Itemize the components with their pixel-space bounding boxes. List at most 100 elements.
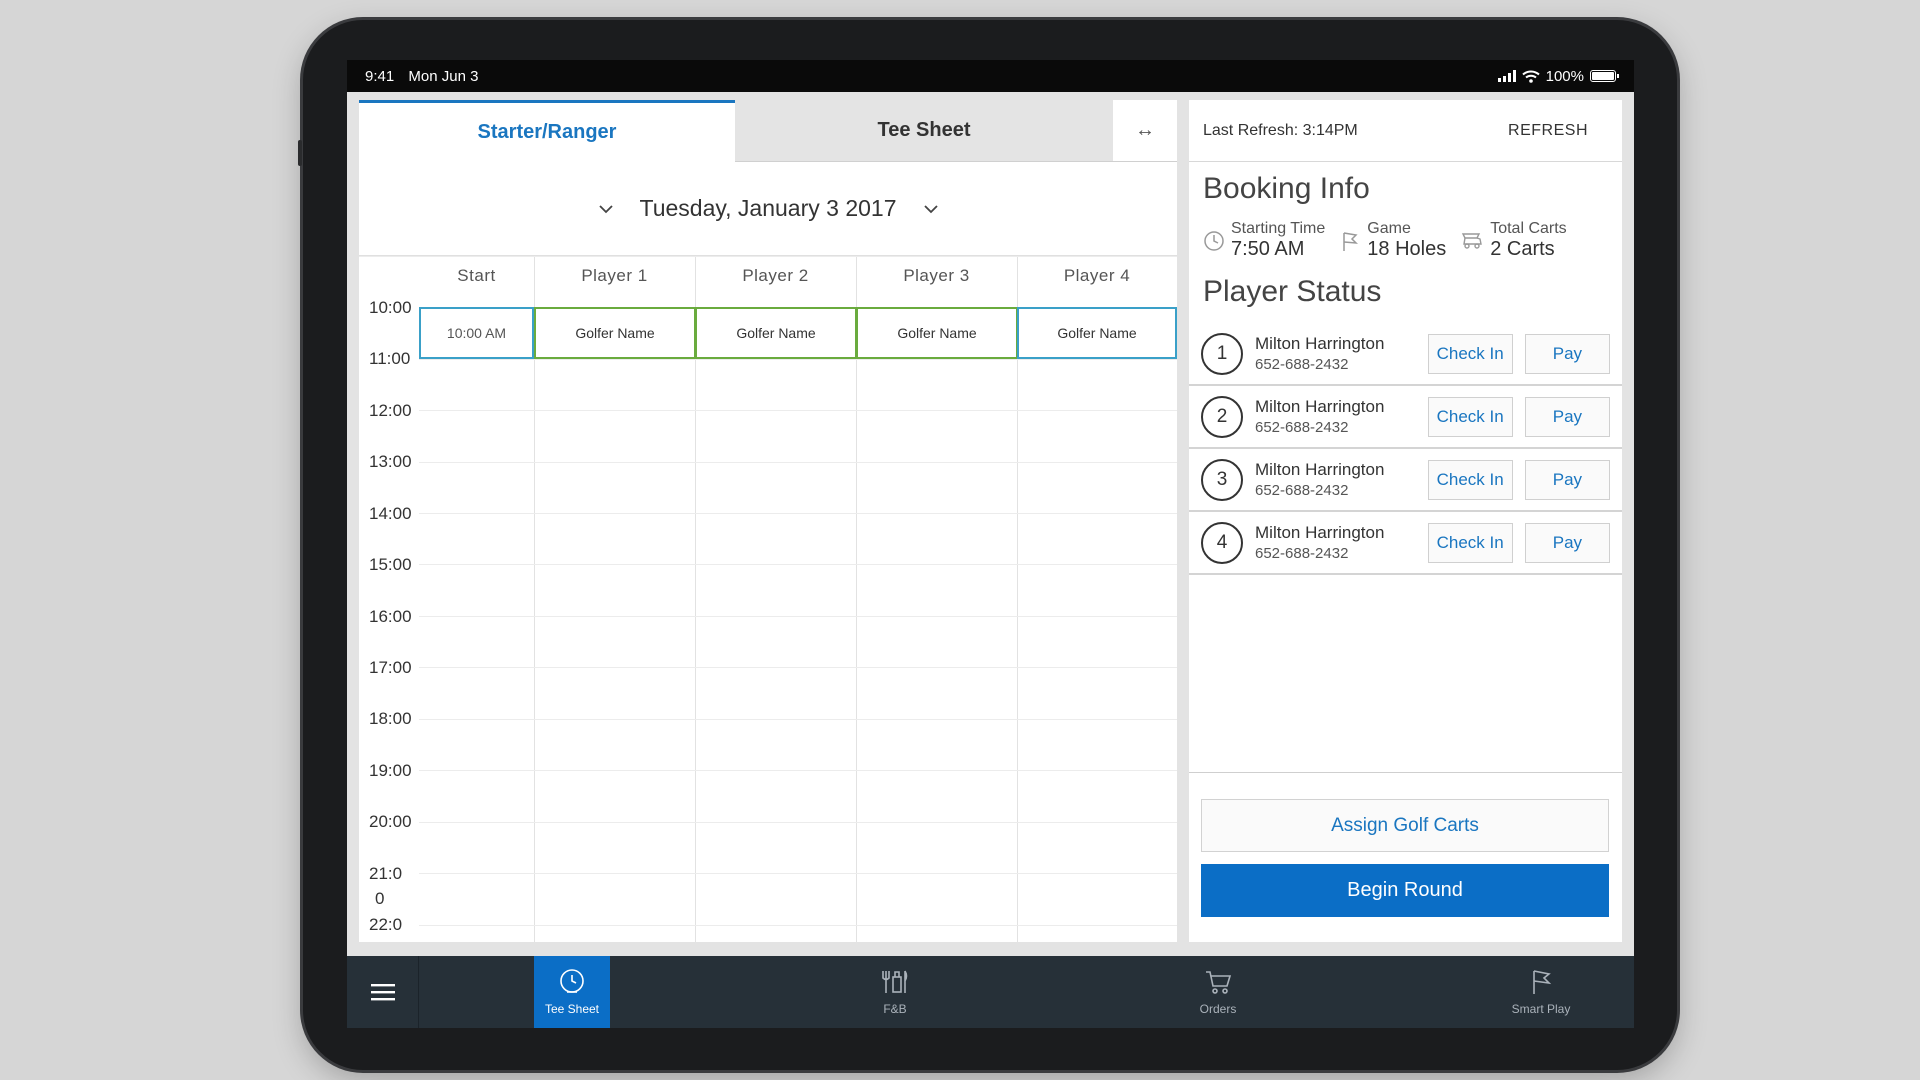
footer-divider [1189, 772, 1622, 773]
menu-button[interactable] [347, 956, 419, 1028]
grid-divider [419, 667, 1177, 668]
game-info: Game 18 Holes [1339, 220, 1446, 261]
check-in-button[interactable]: Check In [1427, 333, 1513, 374]
refresh-bar: Last Refresh: 3:14PM REFRESH [1189, 100, 1622, 162]
bottom-navigation: Tee Sheet F&B Orders Smart Play [347, 956, 1634, 1028]
player-name: Milton Harrington [1255, 460, 1385, 479]
selected-date[interactable]: Tuesday, January 3 2017 [640, 195, 897, 222]
time-label: 14:00 [369, 504, 412, 523]
list-item: 4 Milton Harrington 652-688-2432 Check I… [1189, 512, 1622, 575]
time-label: 13:00 [369, 452, 412, 471]
player-name: Milton Harrington [1255, 397, 1385, 416]
booking-player-2[interactable]: Golfer Name [695, 307, 857, 359]
total-carts-info: Total Carts 2 Carts [1460, 220, 1567, 261]
player-phone: 652-688-2432 [1255, 545, 1349, 562]
last-refresh-text: Last Refresh: 3:14PM [1203, 121, 1358, 139]
time-label: 0 [375, 889, 385, 908]
column-header-player-2: Player 2 [742, 266, 809, 285]
fnb-icon [882, 970, 908, 993]
tablet-side-button [298, 140, 302, 166]
total-carts-value: 2 Carts [1490, 238, 1555, 260]
chevron-down-icon[interactable] [598, 201, 614, 217]
tab-starter-ranger[interactable]: Starter/Ranger [359, 100, 735, 162]
date-selector: Tuesday, January 3 2017 [359, 162, 1177, 256]
status-date: Mon Jun 3 [408, 67, 479, 85]
player-name: Milton Harrington [1255, 334, 1385, 353]
booking-start-time[interactable]: 10:00 AM [419, 307, 534, 359]
pay-button[interactable]: Pay [1524, 396, 1611, 437]
grid-divider [419, 925, 1177, 926]
booking-player-4[interactable]: Golfer Name [1017, 307, 1177, 359]
cart-icon [1206, 971, 1232, 994]
status-time: 9:41 [365, 67, 395, 85]
grid-divider [419, 822, 1177, 823]
assign-golf-carts-button[interactable]: Assign Golf Carts [1201, 799, 1609, 852]
golf-cart-icon [1462, 233, 1483, 249]
battery-icon [1590, 70, 1619, 82]
player-number: 3 [1201, 458, 1243, 501]
tee-time-grid: Start Player 1 Player 2 Player 3 Player … [359, 256, 1177, 942]
time-label: 18:00 [369, 709, 412, 728]
pay-button[interactable]: Pay [1524, 459, 1611, 500]
booking-info: Starting Time 7:50 AM Game 18 Holes Tota… [1189, 220, 1622, 261]
chevron-down-icon[interactable] [923, 201, 939, 217]
player-number: 4 [1201, 521, 1243, 564]
time-label: 11:00 [369, 349, 411, 368]
column-header-player-4: Player 4 [1063, 266, 1131, 285]
tee-sheet-panel: Starter/Ranger Tee Sheet ↔ Tuesday, Janu… [359, 100, 1177, 942]
grid-divider [419, 719, 1177, 720]
player-phone: 652-688-2432 [1255, 482, 1349, 499]
grid-divider [419, 513, 1177, 514]
time-label: 15:00 [369, 555, 412, 574]
status-bar: 9:41 Mon Jun 3 100% [347, 60, 1634, 92]
time-label: 10:00 [369, 298, 412, 317]
time-label: 12:00 [369, 401, 412, 420]
player-number: 2 [1201, 395, 1243, 438]
nav-orders-label: Orders [1199, 1002, 1237, 1016]
player-number: 1 [1201, 332, 1243, 375]
tee-sheet-icon [560, 969, 584, 993]
check-in-button[interactable]: Check In [1427, 459, 1513, 500]
nav-fnb-label: F&B [883, 1002, 907, 1016]
booking-player-1[interactable]: Golfer Name [534, 307, 696, 359]
booking-info-title: Booking Info [1203, 172, 1370, 205]
expand-toggle-icon[interactable]: ↔ [1113, 100, 1177, 162]
nav-tee-sheet[interactable]: Tee Sheet [534, 956, 610, 1028]
time-label: 21:0 [369, 864, 403, 883]
column-header-player-3: Player 3 [903, 266, 970, 285]
booking-panel: Last Refresh: 3:14PM REFRESH Booking Inf… [1189, 100, 1622, 942]
grid-divider [419, 359, 1177, 360]
column-header-start: Start [457, 266, 496, 285]
list-item: 2 Milton Harrington 652-688-2432 Check I… [1189, 386, 1622, 449]
flag-icon [1343, 232, 1359, 251]
time-label: 16:00 [369, 607, 412, 626]
player-name: Milton Harrington [1255, 523, 1385, 542]
nav-fnb[interactable]: F&B [857, 956, 933, 1028]
begin-round-button[interactable]: Begin Round [1201, 864, 1609, 917]
nav-orders[interactable]: Orders [1180, 956, 1256, 1028]
player-phone: 652-688-2432 [1255, 419, 1349, 436]
tab-tee-sheet[interactable]: Tee Sheet [735, 100, 1113, 162]
player-phone: 652-688-2432 [1255, 356, 1349, 373]
pay-button[interactable]: Pay [1524, 522, 1611, 563]
grid-divider [419, 564, 1177, 565]
pay-button[interactable]: Pay [1524, 333, 1611, 374]
screen: 9:41 Mon Jun 3 100% Starter/Ranger Tee S… [347, 60, 1634, 1028]
grid-divider [419, 770, 1177, 771]
column-header-player-1: Player 1 [581, 266, 648, 285]
total-carts-label: Total Carts [1490, 220, 1567, 237]
nav-smart-play[interactable]: Smart Play [1503, 956, 1579, 1028]
menu-icon [370, 984, 395, 1001]
game-label: Game [1367, 220, 1411, 237]
time-label: 17:00 [369, 658, 412, 677]
player-status-list: 1 Milton Harrington 652-688-2432 Check I… [1189, 323, 1622, 575]
check-in-button[interactable]: Check In [1427, 396, 1513, 437]
booking-player-3[interactable]: Golfer Name [856, 307, 1018, 359]
player-status-title: Player Status [1203, 275, 1382, 308]
check-in-button[interactable]: Check In [1427, 522, 1513, 563]
grid-divider [419, 462, 1177, 463]
refresh-button[interactable]: REFRESH [1508, 122, 1588, 140]
grid-divider [359, 256, 1177, 257]
grid-divider [419, 616, 1177, 617]
time-label: 20:00 [369, 812, 412, 831]
